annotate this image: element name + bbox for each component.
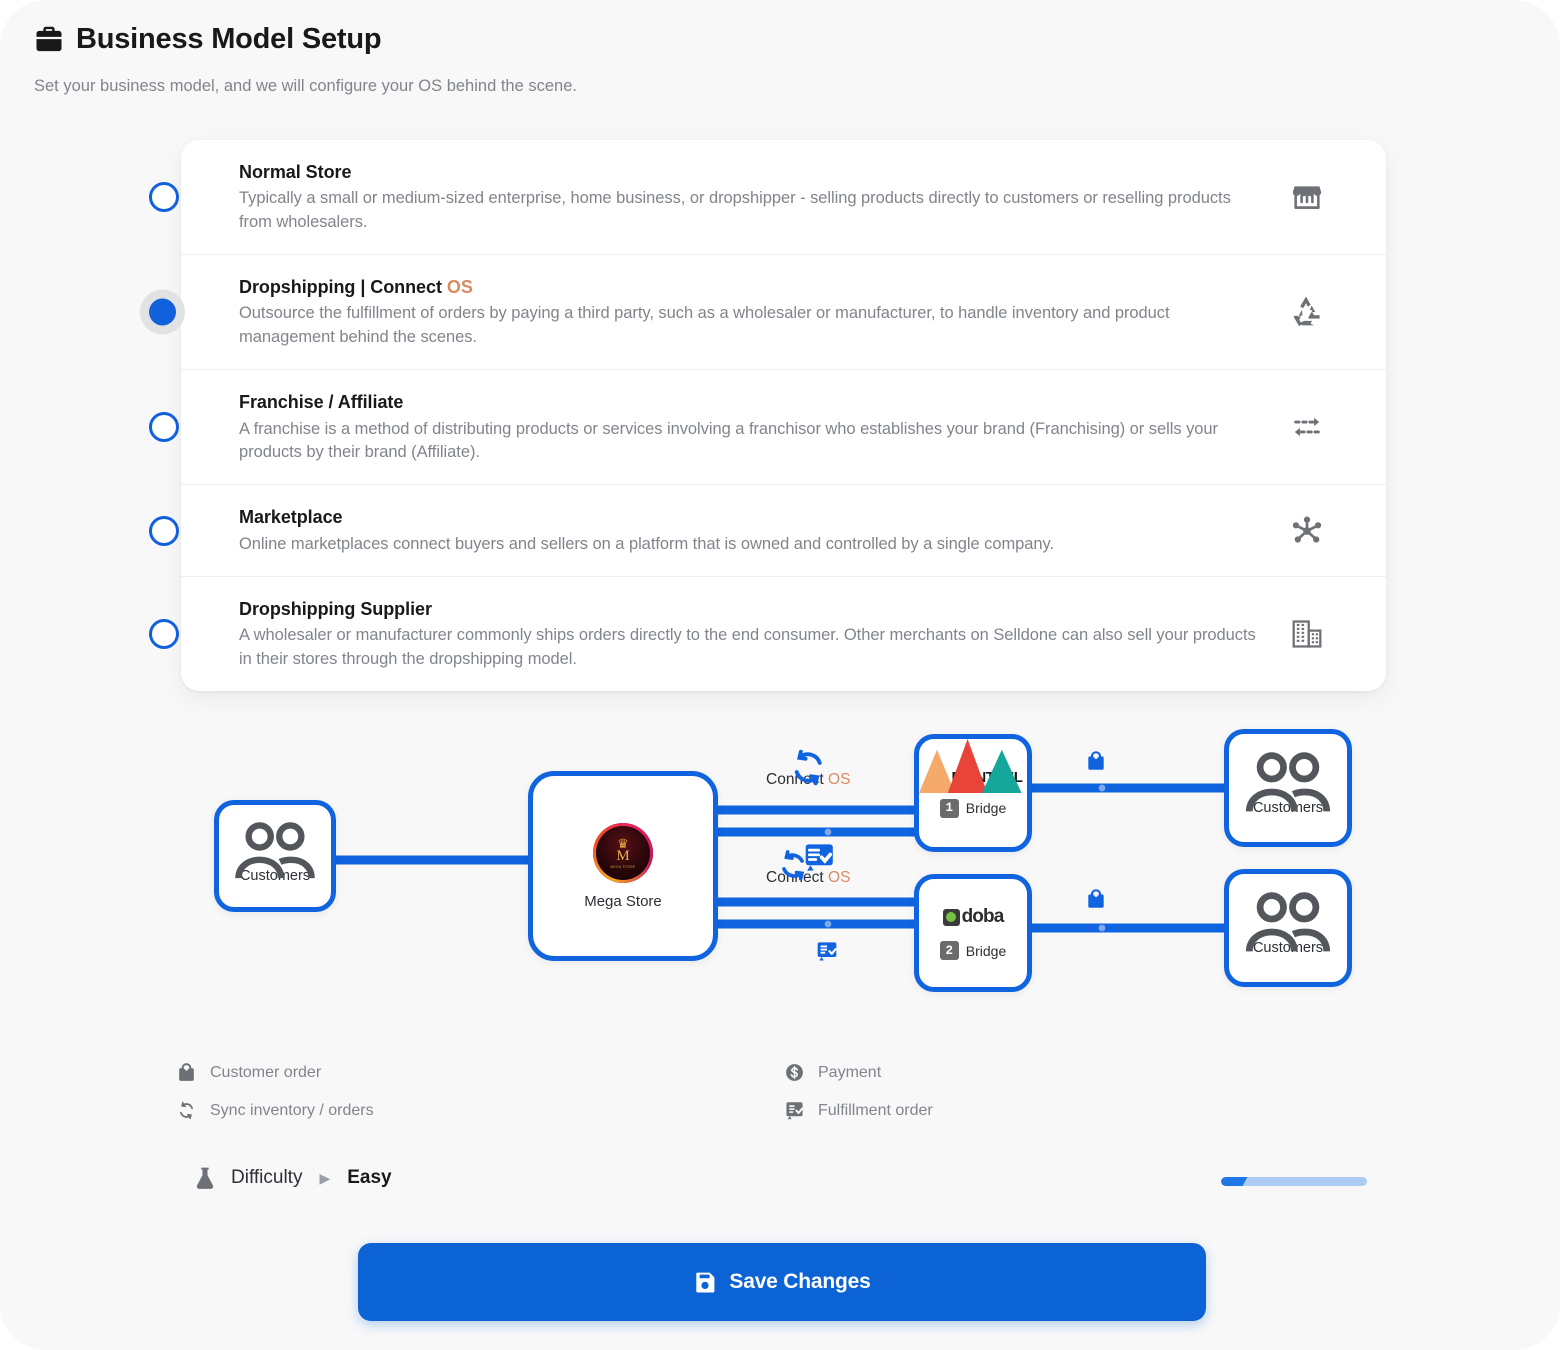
mega-store-logo: ♛ M MEGA STORE — [593, 822, 653, 883]
radio-dropshipping-connect-os[interactable] — [149, 298, 176, 326]
customer-order-bag-icon — [1085, 888, 1107, 910]
page-header: Business Model Setup Set your business m… — [0, 0, 1560, 97]
option-row-dropshipping-supplier[interactable]: Dropshipping Supplier A wholesaler or ma… — [149, 576, 1386, 691]
option-row-marketplace[interactable]: Marketplace Online marketplaces connect … — [149, 484, 1386, 576]
legend-label: Payment — [818, 1063, 882, 1081]
option-row-normal-store[interactable]: Normal Store Typically a small or medium… — [149, 140, 1386, 254]
option-row-dropshipping-connect-os[interactable]: Dropshipping | Connect OS Outsource the … — [149, 254, 1386, 369]
bridge-badge: 1 Bridge — [939, 798, 1007, 818]
option-description: Typically a small or medium-sized enterp… — [239, 189, 1231, 231]
page-title: Business Model Setup — [76, 23, 382, 55]
storefront-icon — [1290, 180, 1324, 214]
business-model-diagram: Customers ♛ M MEGA STORE Mega Store Conn… — [0, 690, 1560, 1050]
transfer-arrows-icon — [1290, 410, 1324, 444]
node-label: Mega Store — [584, 892, 662, 910]
legend-item-payment: Payment — [784, 1062, 1176, 1083]
difficulty-progress-fill — [1221, 1177, 1251, 1186]
sync-fulfillment-icon — [782, 840, 833, 881]
difficulty-progress-bar — [1221, 1177, 1367, 1186]
flask-icon — [192, 1165, 218, 1191]
printful-logo: PRINTFUL — [919, 739, 1023, 793]
sync-icon — [794, 746, 822, 786]
legend-item-sync-inventory: Sync inventory / orders — [176, 1100, 784, 1121]
radio-franchise-affiliate[interactable] — [149, 412, 179, 443]
diagram-legend: Customer order Payment Sync inventory / … — [176, 1062, 1176, 1121]
doba-mark-icon — [942, 908, 960, 926]
difficulty-value: Easy — [347, 1167, 392, 1188]
option-row-franchise-affiliate[interactable]: Franchise / Affiliate A franchise is a m… — [149, 369, 1386, 484]
diagram-node-bridge-doba[interactable]: doba 2 Bridge — [914, 874, 1032, 992]
option-title-accent: OS — [446, 277, 473, 298]
customer-order-bag-icon — [176, 1062, 197, 1083]
option-title: Normal Store — [239, 162, 352, 182]
save-changes-label: Save Changes — [729, 1270, 871, 1293]
radio-marketplace[interactable] — [149, 515, 179, 546]
business-model-setup-page: Business Model Setup Set your business m… — [0, 0, 1560, 1350]
diagram-node-mega-store[interactable]: ♛ M MEGA STORE Mega Store — [528, 771, 718, 961]
doba-logo: doba — [942, 906, 1005, 928]
recycle-icon — [1290, 295, 1324, 329]
warehouse-building-icon — [1290, 617, 1324, 651]
radio-normal-store[interactable] — [149, 182, 179, 213]
bridge-label: Bridge — [965, 800, 1007, 816]
radio-dropshipping-supplier[interactable] — [149, 619, 179, 650]
people-icon — [1245, 752, 1331, 812]
printful-mark-icon — [919, 739, 1022, 793]
doba-wordmark: doba — [961, 906, 1005, 927]
legend-label: Sync inventory / orders — [210, 1101, 374, 1119]
option-title: Dropshipping | Connect OS — [239, 277, 473, 298]
diagram-node-customers-right-1[interactable]: Customers — [1224, 729, 1352, 847]
option-description: A franchise is a method of distributing … — [239, 419, 1218, 461]
page-subtitle: Set your business model, and we will con… — [34, 76, 577, 95]
sync-icon — [176, 1100, 197, 1121]
hub-network-icon — [1290, 514, 1324, 548]
save-changes-button[interactable]: Save Changes — [358, 1243, 1206, 1321]
difficulty-label: Difficulty — [231, 1167, 303, 1188]
payment-dollar-icon — [784, 1062, 805, 1083]
fulfillment-order-icon — [816, 940, 838, 962]
briefcase-icon — [34, 24, 64, 54]
option-title: Dropshipping Supplier — [239, 599, 432, 620]
option-description: Online marketplaces connect buyers and s… — [239, 534, 1055, 553]
chevron-right-icon: ▶ — [319, 1169, 331, 1186]
business-model-options-list: Normal Store Typically a small or medium… — [149, 140, 1386, 692]
title-row: Business Model Setup — [34, 22, 1560, 57]
option-description: A wholesaler or manufacturer commonly sh… — [239, 626, 1256, 668]
people-icon — [235, 822, 315, 879]
legend-label: Fulfillment order — [818, 1101, 933, 1119]
option-title: Franchise / Affiliate — [239, 392, 404, 413]
fulfillment-order-icon — [784, 1100, 805, 1121]
people-icon — [1245, 892, 1331, 952]
save-disk-icon — [693, 1270, 717, 1294]
diagram-node-bridge-printful[interactable]: PRINTFUL 1 Bridge — [914, 734, 1032, 852]
diagram-node-customers-right-2[interactable]: Customers — [1224, 869, 1352, 987]
bridge-label: Bridge — [965, 942, 1007, 959]
legend-item-fulfillment-order: Fulfillment order — [784, 1100, 1176, 1121]
diagram-node-customers-left[interactable]: Customers — [214, 800, 336, 912]
difficulty-row: Difficulty ▶ Easy — [192, 1165, 392, 1191]
option-title: Marketplace — [239, 507, 343, 528]
bridge-number: 1 — [939, 798, 959, 818]
option-description: Outsource the fulfillment of orders by p… — [239, 304, 1170, 346]
edge-label-connect-os-1: Connect OS — [766, 746, 850, 789]
legend-label: Customer order — [210, 1063, 322, 1081]
bridge-badge: 2 Bridge — [939, 941, 1007, 960]
edge-label-connect-os-2: Connect OS — [766, 840, 850, 887]
bridge-number: 2 — [939, 941, 959, 960]
customer-order-bag-icon — [1085, 750, 1107, 772]
legend-item-customer-order: Customer order — [176, 1062, 784, 1083]
